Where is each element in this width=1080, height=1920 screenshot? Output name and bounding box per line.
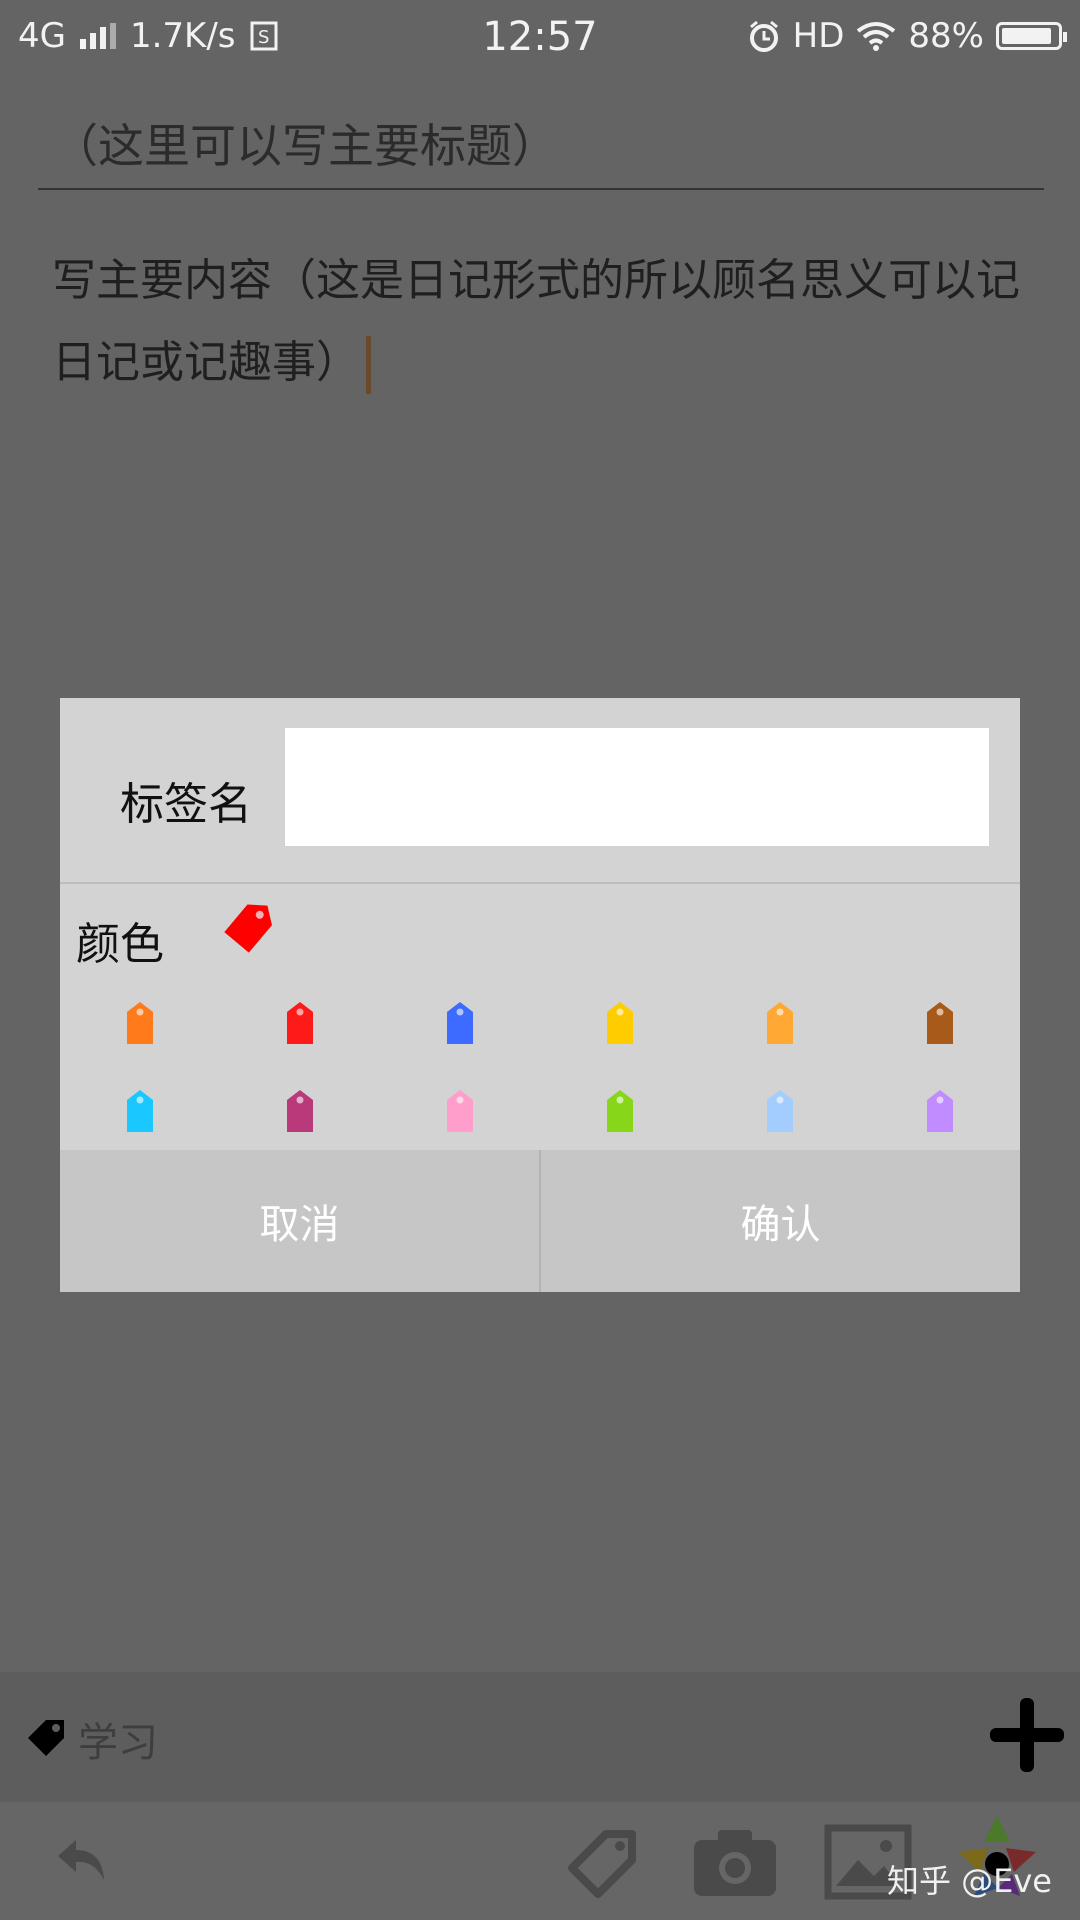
wifi-icon (857, 22, 896, 51)
camera-icon[interactable] (690, 1824, 780, 1900)
color-swatch-tag-icon[interactable] (925, 1000, 955, 1050)
tag-icon (28, 1720, 64, 1756)
selected-color-tag-icon (224, 904, 272, 953)
tag-bar: 学习 (0, 1672, 1080, 1802)
cancel-button[interactable]: 取消 (60, 1150, 539, 1292)
color-swatch-tag-icon[interactable] (605, 1000, 635, 1050)
color-swatch-tag-icon[interactable] (285, 1000, 315, 1050)
tag-dialog: 标签名 颜色 取消 确认 (60, 698, 1020, 1292)
add-tag-icon[interactable] (990, 1698, 1064, 1772)
note-content[interactable]: 写主要内容（这是日记形式的所以顾名思义可以记日记或记趣事） (52, 240, 1042, 404)
tag-name-row: 标签名 (60, 698, 1020, 884)
battery-percent: 88% (908, 16, 984, 56)
tag-name-label: 标签名 (120, 779, 252, 830)
color-swatch-tag-icon[interactable] (765, 1088, 795, 1138)
color-swatch-tag-icon[interactable] (605, 1088, 635, 1138)
dialog-buttons: 取消 确认 (60, 1150, 1020, 1292)
undo-icon[interactable] (54, 1836, 110, 1886)
color-swatch-tag-icon[interactable] (125, 1000, 155, 1050)
color-swatch-tag-icon[interactable] (765, 1000, 795, 1050)
hd-indicator: HD (792, 16, 845, 56)
current-tag-label[interactable]: 学习 (78, 1710, 158, 1768)
battery-icon (996, 22, 1067, 50)
watermark: 知乎 @Eve (886, 1862, 1052, 1900)
status-right: HD 88% (747, 16, 1067, 56)
color-swatch-tag-icon[interactable] (285, 1088, 315, 1138)
color-swatch-tag-icon[interactable] (445, 1000, 475, 1050)
color-swatch-tag-icon[interactable] (125, 1088, 155, 1138)
tag-outline-icon[interactable] (562, 1824, 642, 1904)
alarm-icon (749, 20, 778, 52)
color-label: 颜色 (76, 919, 164, 970)
note-content-text: 写主要内容（这是日记形式的所以顾名思义可以记日记或记趣事） (52, 255, 1020, 388)
color-swatch-tag-icon[interactable] (445, 1088, 475, 1138)
status-bar: 4G 1.7K/s S 12:57 HD 88% (0, 0, 1080, 72)
note-title[interactable]: （这里可以写主要标题） (38, 110, 1044, 190)
confirm-button[interactable]: 确认 (539, 1150, 1020, 1292)
text-caret (366, 336, 371, 394)
color-swatch-tag-icon[interactable] (925, 1088, 955, 1138)
tag-name-input[interactable] (285, 728, 989, 846)
